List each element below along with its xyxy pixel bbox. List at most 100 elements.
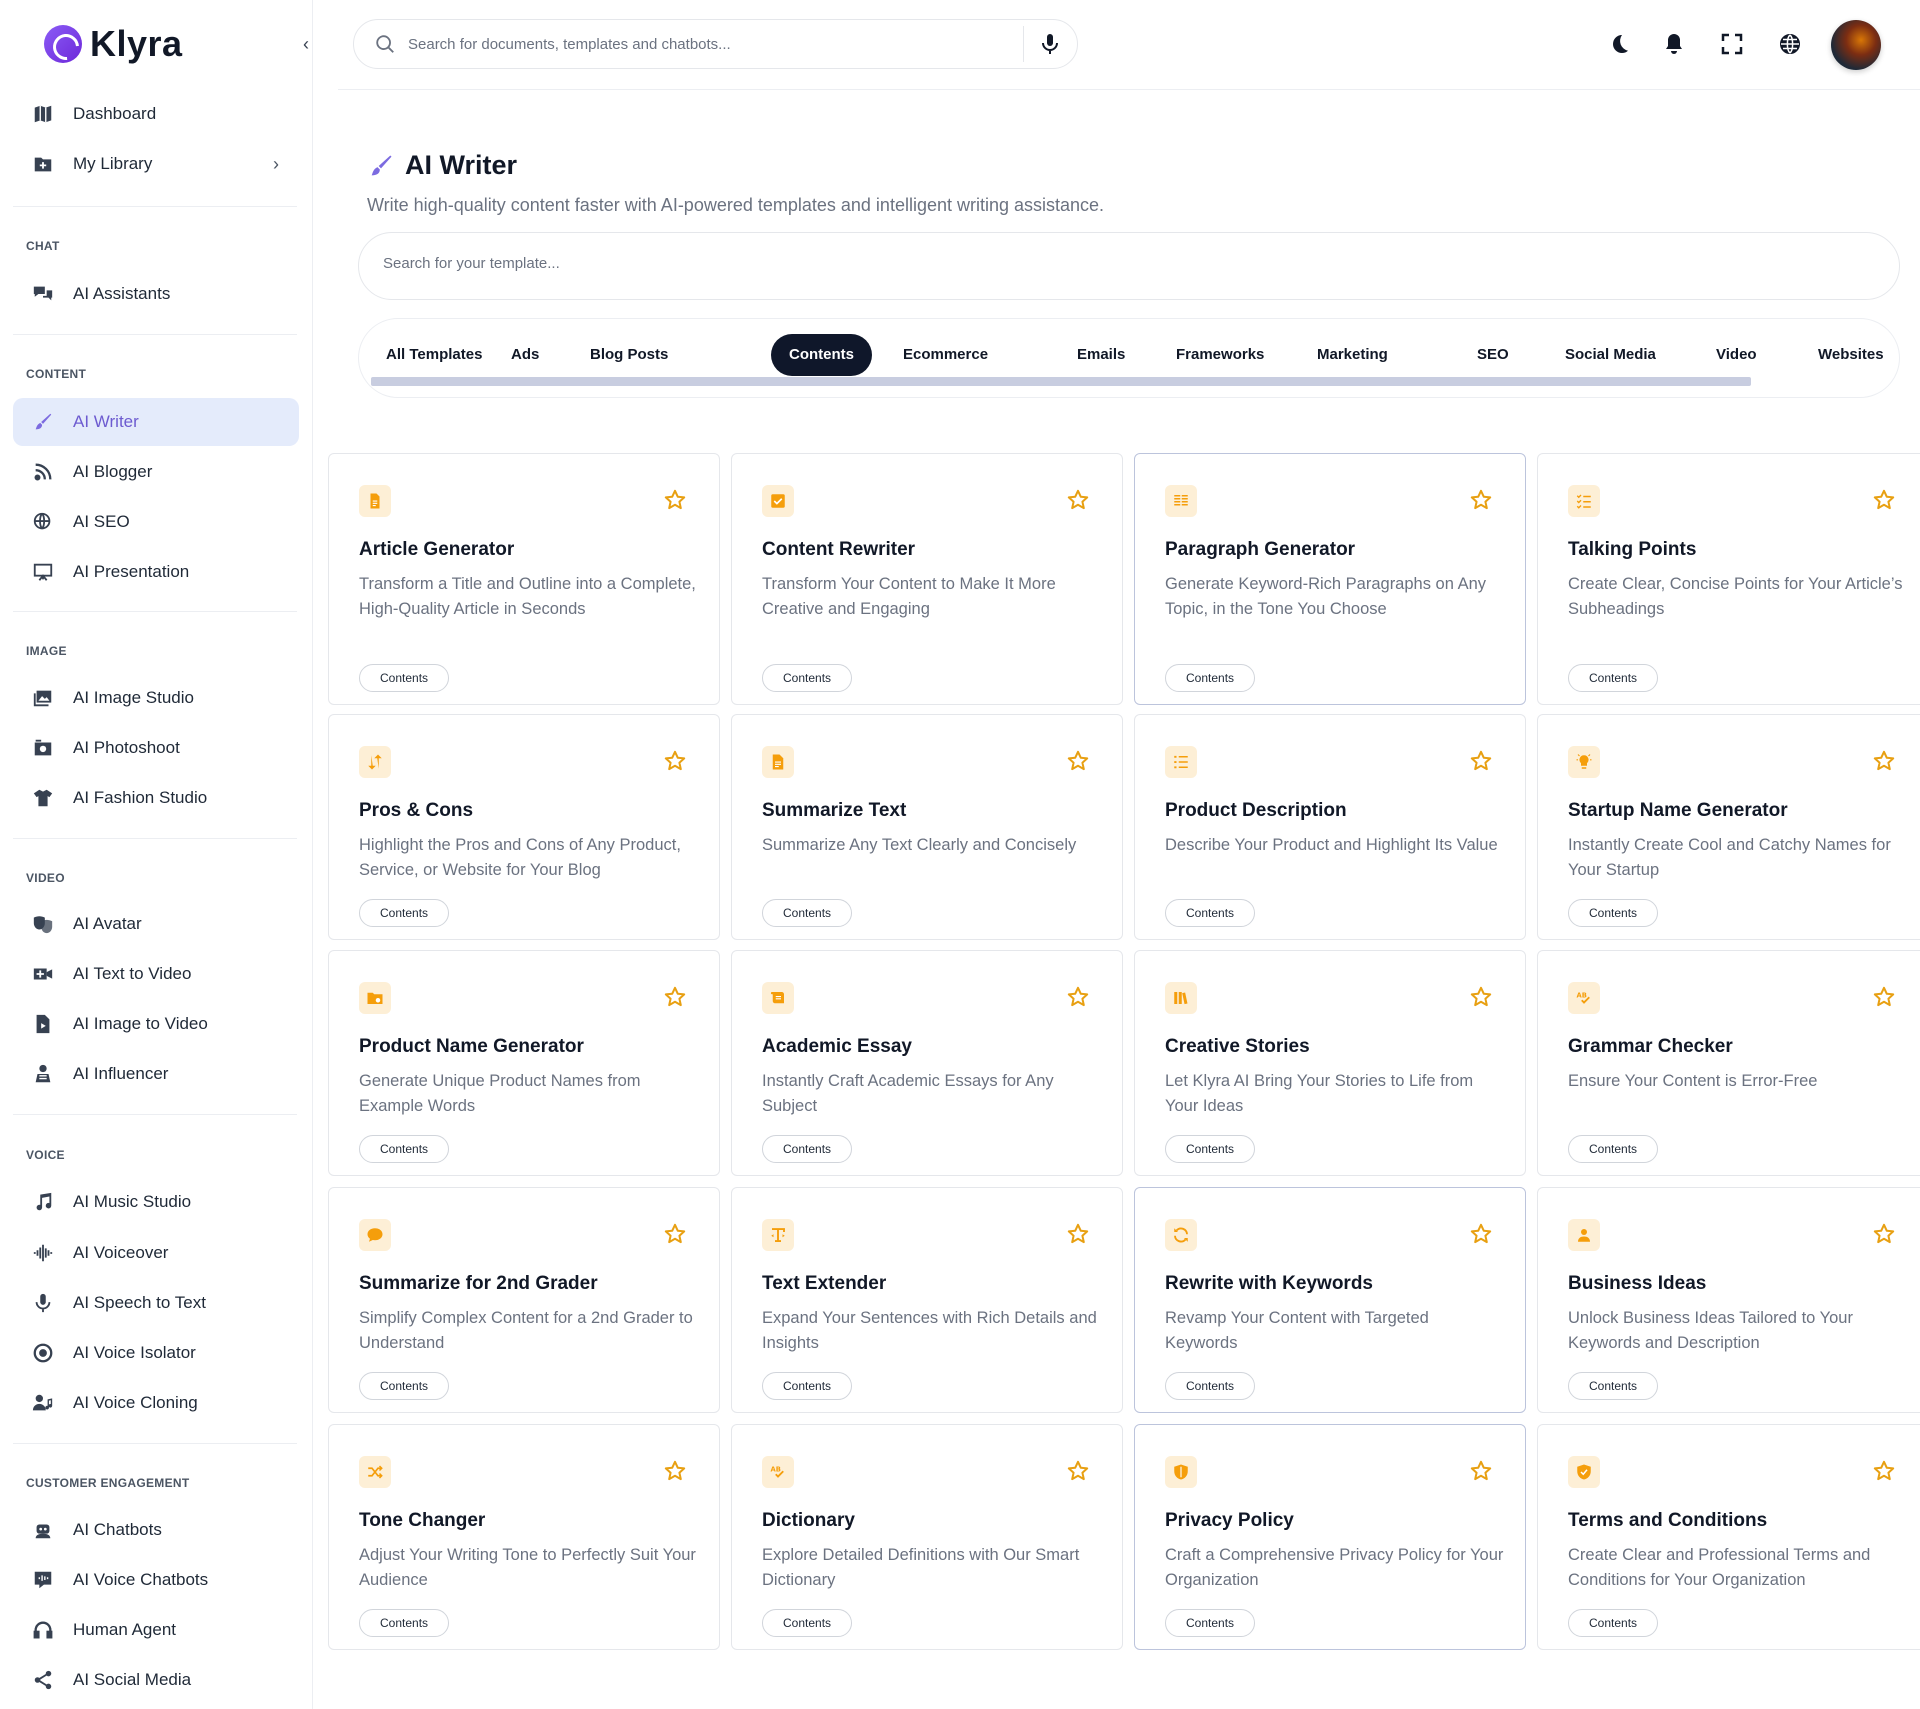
bell-icon[interactable] (1662, 32, 1686, 56)
star-icon[interactable] (1066, 1459, 1090, 1483)
template-card-title: Pros & Cons (359, 800, 474, 821)
sidebar-item-ai-seo[interactable]: AI SEO (13, 498, 299, 546)
star-icon[interactable] (663, 985, 687, 1009)
user-avatar[interactable] (1831, 20, 1881, 70)
microphone-icon[interactable] (1038, 32, 1062, 56)
sidebar-item-ai-text-to-video[interactable]: AI Text to Video (13, 950, 299, 998)
sidebar-item-ai-assistants[interactable]: AI Assistants (13, 270, 299, 318)
sidebar-item-label: AI Presentation (73, 562, 190, 581)
template-card[interactable]: Talking Points Create Clear, Concise Poin… (1537, 453, 1920, 705)
folder-settings-icon (359, 982, 391, 1014)
spellcheck-icon: AB (762, 1456, 794, 1488)
star-icon[interactable] (1872, 488, 1896, 512)
tab-marketing[interactable]: Marketing (1299, 334, 1406, 376)
tab-blog-posts[interactable]: Blog Posts (572, 334, 686, 376)
template-card[interactable]: Summarize for 2nd Grader Simplify Complex… (328, 1187, 720, 1413)
sidebar-item-human-agent[interactable]: Human Agent (13, 1606, 299, 1654)
sidebar-item-label: AI Assistants (73, 284, 171, 303)
sidebar-item-ai-photoshoot[interactable]: AI Photoshoot (13, 724, 299, 772)
fullscreen-icon[interactable] (1720, 32, 1744, 56)
template-card[interactable]: Startup Name Generator Instantly Create C… (1537, 714, 1920, 940)
template-category-badge: Contents (762, 664, 853, 692)
star-icon[interactable] (1872, 985, 1896, 1009)
template-card[interactable]: Academic Essay Instantly Craft Academic E… (731, 950, 1123, 1176)
template-card[interactable]: Summarize Text Summarize Any Text Clearly… (731, 714, 1123, 940)
template-card[interactable]: Content Rewriter Transform Your Content t… (731, 453, 1123, 705)
sidebar-item-ai-speech-to-text[interactable]: AI Speech to Text (13, 1279, 299, 1327)
tabs-scrollbar[interactable] (371, 377, 1751, 386)
sidebar-item-ai-writer[interactable]: AI Writer (13, 398, 299, 446)
star-icon[interactable] (1469, 488, 1493, 512)
template-card[interactable]: Terms and Conditions Create Clear and Pro… (1537, 1424, 1920, 1650)
template-card[interactable]: Business Ideas Unlock Business Ideas Tail… (1537, 1187, 1920, 1413)
page-title-text: AI Writer (405, 150, 518, 180)
user-badge-icon (1568, 1219, 1600, 1251)
template-card[interactable]: Product Name Generator Generate Unique Pr… (328, 950, 720, 1176)
template-card-title: Summarize for 2nd Grader (359, 1273, 598, 1294)
template-search-input[interactable] (383, 255, 1383, 272)
tab-all-templates[interactable]: All Templates (368, 334, 500, 376)
sidebar-item-ai-presentation[interactable]: AI Presentation (13, 548, 299, 596)
template-card[interactable]: Pros & Cons Highlight the Pros and Cons o… (328, 714, 720, 940)
star-icon[interactable] (663, 488, 687, 512)
svg-text:AB: AB (1577, 991, 1587, 999)
template-card[interactable]: Privacy Policy Craft a Comprehensive Priv… (1134, 1424, 1526, 1650)
sidebar-item-ai-voice-chatbots[interactable]: AI Voice Chatbots (13, 1556, 299, 1604)
star-icon[interactable] (1066, 985, 1090, 1009)
star-icon[interactable] (1469, 1222, 1493, 1246)
chevron-right-icon: › (273, 153, 279, 174)
tab-websites[interactable]: Websites (1800, 334, 1899, 376)
sidebar-item-dashboard[interactable]: Dashboard (13, 90, 299, 138)
star-icon[interactable] (1872, 1459, 1896, 1483)
star-icon[interactable] (663, 1222, 687, 1246)
sidebar-item-ai-avatar[interactable]: AI Avatar (13, 900, 299, 948)
template-card[interactable]: Paragraph Generator Generate Keyword-Rich… (1134, 453, 1526, 705)
star-icon[interactable] (1066, 488, 1090, 512)
sidebar-item-ai-fashion-studio[interactable]: AI Fashion Studio (13, 774, 299, 822)
template-category-badge: Contents (359, 899, 450, 927)
sidebar-item-ai-chatbots[interactable]: AI Chatbots (13, 1506, 299, 1554)
sidebar-item-ai-social-media[interactable]: AI Social Media (13, 1656, 299, 1704)
global-search-input[interactable] (408, 35, 1008, 53)
sidebar-item-ai-blogger[interactable]: AI Blogger (13, 448, 299, 496)
template-card[interactable]: Creative Stories Let Klyra AI Bring Your … (1134, 950, 1526, 1176)
template-card[interactable]: AB Dictionary Explore Detailed Definitions… (731, 1424, 1123, 1650)
star-icon[interactable] (1872, 749, 1896, 773)
sidebar-item-ai-voice-cloning[interactable]: AI Voice Cloning (13, 1379, 299, 1427)
globe-icon[interactable] (1778, 32, 1802, 56)
star-icon[interactable] (663, 749, 687, 773)
sidebar-item-ai-image-studio[interactable]: AI Image Studio (13, 674, 299, 722)
star-icon[interactable] (1066, 749, 1090, 773)
sidebar-item-my-library[interactable]: My Library › (13, 140, 299, 188)
star-icon[interactable] (1469, 749, 1493, 773)
template-card[interactable]: AB Grammar Checker Ensure Your Content is … (1537, 950, 1920, 1176)
template-card[interactable]: Product Description Describe Your Product… (1134, 714, 1526, 940)
sidebar-item-ai-music-studio[interactable]: AI Music Studio (13, 1178, 299, 1226)
moon-icon[interactable] (1607, 32, 1631, 56)
tab-emails[interactable]: Emails (1059, 334, 1143, 376)
sidebar-item-label: AI Influencer (73, 1064, 169, 1083)
tab-contents[interactable]: Contents (771, 334, 872, 376)
template-card[interactable]: Article Generator Transform a Title and O… (328, 453, 720, 705)
sidebar-item-ai-influencer[interactable]: AI Influencer (13, 1050, 299, 1098)
tab-seo[interactable]: SEO (1459, 334, 1527, 376)
logo[interactable]: Klyra (44, 22, 183, 66)
template-card-description: Summarize Any Text Clearly and Concisely (762, 836, 1077, 854)
star-icon[interactable] (1469, 1459, 1493, 1483)
star-icon[interactable] (1066, 1222, 1090, 1246)
template-card[interactable]: Rewrite with Keywords Revamp Your Content… (1134, 1187, 1526, 1413)
star-icon[interactable] (1469, 985, 1493, 1009)
tab-ecommerce[interactable]: Ecommerce (885, 334, 1006, 376)
template-card[interactable]: Text Extender Expand Your Sentences with … (731, 1187, 1123, 1413)
sidebar-item-ai-image-to-video[interactable]: AI Image to Video (13, 1000, 299, 1048)
tab-frameworks[interactable]: Frameworks (1158, 334, 1282, 376)
tab-video[interactable]: Video (1698, 334, 1775, 376)
tab-social-media[interactable]: Social Media (1547, 334, 1674, 376)
star-icon[interactable] (663, 1459, 687, 1483)
sidebar-item-ai-voiceover[interactable]: AI Voiceover (13, 1229, 299, 1277)
star-icon[interactable] (1872, 1222, 1896, 1246)
sidebar-item-ai-voice-isolator[interactable]: AI Voice Isolator (13, 1329, 299, 1377)
template-card[interactable]: Tone Changer Adjust Your Writing Tone to … (328, 1424, 720, 1650)
section-label-chat: CHAT (26, 239, 60, 253)
tab-ads[interactable]: Ads (493, 334, 557, 376)
